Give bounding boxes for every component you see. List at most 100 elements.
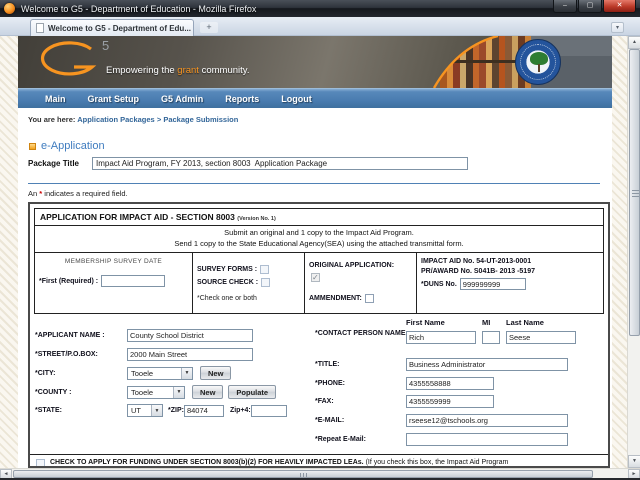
horizontal-scrollbar-thumb[interactable] — [13, 470, 593, 478]
fax-input[interactable] — [406, 395, 494, 408]
pr-award-number: PR/AWARD No. S041B- 2013 -5197 — [421, 268, 599, 275]
amendment-label: AMMENDMENT: — [309, 295, 362, 302]
breadcrumb-link-package-submission[interactable]: Package Submission — [163, 115, 238, 124]
fax-label: *FAX: — [315, 398, 406, 405]
mi-input[interactable] — [482, 331, 500, 344]
form-instructions: Submit an original and 1 copy to the Imp… — [34, 225, 604, 253]
horizontal-scrollbar[interactable]: ◄ ► — [0, 468, 640, 478]
street-input[interactable] — [127, 348, 253, 361]
funding-rest-text: (If you check this box, the Impact Aid P… — [366, 459, 509, 466]
scroll-down-button[interactable]: ▼ — [628, 455, 640, 468]
repeat-email-input[interactable] — [406, 433, 568, 446]
state-select[interactable]: UT ▼ — [127, 404, 163, 417]
section-header: e-Application — [29, 140, 105, 152]
survey-forms-label: SURVEY FORMS : — [197, 266, 257, 273]
original-application-label: ORIGINAL APPLICATION: — [309, 262, 412, 269]
source-check-checkbox[interactable]: ✓ — [261, 278, 270, 287]
package-title-input[interactable] — [92, 157, 468, 170]
email-label: *E-MAIL: — [315, 417, 406, 424]
main-nav: Main Grant Setup G5 Admin Reports Logout — [18, 88, 612, 108]
first-required-label: *First (Required) : — [39, 278, 98, 285]
zip-input[interactable] — [184, 405, 224, 417]
state-dropdown-icon[interactable]: ▼ — [151, 405, 162, 416]
list-tabs-button[interactable]: ▾ — [611, 22, 624, 33]
breadcrumb-link-application-packages[interactable]: Application Packages — [77, 115, 155, 124]
zip4-label: Zip+4: — [230, 407, 251, 414]
city-select[interactable]: Tooele ▼ — [127, 367, 193, 380]
page-icon — [36, 23, 44, 33]
maximize-button[interactable]: ▢ — [578, 0, 602, 13]
phone-input[interactable] — [406, 377, 494, 390]
county-new-button[interactable]: New — [192, 385, 223, 399]
vertical-scrollbar[interactable]: ▲ ▼ — [627, 36, 640, 468]
last-name-header: Last Name — [506, 318, 544, 327]
divider — [28, 183, 600, 184]
required-field-note: An * indicates a required field. — [28, 189, 128, 198]
page-title: e-Application — [41, 140, 105, 152]
g5-logo-icon — [38, 40, 100, 78]
new-tab-button[interactable]: + — [200, 22, 218, 33]
firefox-window: Welcome to G5 - Department of Education … — [0, 0, 640, 480]
g5-logo-five: 5 — [102, 38, 109, 53]
nav-item-g5-admin[interactable]: G5 Admin — [161, 94, 203, 104]
breadcrumb-separator: > — [157, 115, 161, 124]
firefox-icon — [4, 3, 15, 14]
award-numbers-cell: IMPACT AID No. 54-UT-2013-0001 PR/AWARD … — [417, 253, 603, 313]
contact-person-label: *CONTACT PERSON NAME: — [315, 330, 406, 337]
duns-label: *DUNS No. — [421, 281, 457, 288]
tab-bar: Welcome to G5 - Department of Edu... + ▾ — [0, 17, 640, 36]
nav-item-logout[interactable]: Logout — [281, 94, 312, 104]
package-title-row: Package Title — [28, 157, 468, 170]
window-titlebar: Welcome to G5 - Department of Education … — [0, 0, 640, 17]
first-name-input[interactable] — [406, 331, 476, 344]
scroll-up-button[interactable]: ▲ — [628, 36, 640, 49]
membership-survey-title: MEMBERSHIP SURVEY DATE — [39, 258, 188, 265]
amendment-checkbox[interactable]: ✓ — [365, 294, 374, 303]
applicant-name-label: *APPLICANT NAME : — [35, 332, 127, 339]
first-name-header: First Name — [406, 318, 482, 327]
email-input[interactable] — [406, 414, 568, 427]
city-new-button[interactable]: New — [200, 366, 231, 380]
nav-item-main[interactable]: Main — [45, 94, 66, 104]
city-dropdown-icon[interactable]: ▼ — [181, 368, 192, 379]
minimize-button[interactable]: – — [553, 0, 577, 13]
form-version: (Version No. 1) — [237, 216, 276, 222]
window-controls: – ▢ ✕ — [552, 0, 636, 13]
survey-date-input[interactable] — [101, 275, 165, 287]
county-select[interactable]: Tooele ▼ — [127, 386, 185, 399]
section-bullet-icon — [29, 143, 36, 150]
survey-forms-cell: SURVEY FORMS : ✓ SOURCE CHECK : ✓ *Check… — [193, 253, 305, 313]
state-label: *STATE: — [35, 407, 127, 414]
browser-tab[interactable]: Welcome to G5 - Department of Edu... — [30, 19, 194, 36]
survey-forms-checkbox[interactable]: ✓ — [260, 265, 269, 274]
banner-tagline: Empowering the grant community. — [106, 65, 249, 76]
page-content: 5 Empowering the grant community. — [18, 36, 612, 468]
original-application-cell: ORIGINAL APPLICATION: ✓ AMMENDMENT: ✓ — [305, 253, 417, 313]
nav-item-grant-setup[interactable]: Grant Setup — [88, 94, 140, 104]
zip4-input[interactable] — [251, 405, 287, 417]
street-label: *STREET/P.O.BOX: — [35, 351, 127, 358]
last-name-input[interactable] — [506, 331, 576, 344]
nav-item-reports[interactable]: Reports — [225, 94, 259, 104]
source-check-label: SOURCE CHECK : — [197, 279, 258, 286]
window-title: Welcome to G5 - Department of Education … — [21, 4, 256, 14]
applicant-name-input[interactable] — [127, 329, 253, 342]
thumb-grip — [632, 193, 639, 194]
phone-label: *PHONE: — [315, 380, 406, 387]
thumb-grip — [303, 473, 304, 477]
breadcrumb-prefix: You are here: — [28, 115, 75, 124]
original-application-checkbox[interactable]: ✓ — [311, 273, 320, 282]
duns-input[interactable] — [460, 278, 526, 290]
form-top-grid: MEMBERSHIP SURVEY DATE *First (Required)… — [34, 252, 604, 314]
county-dropdown-icon[interactable]: ▼ — [173, 387, 184, 398]
repeat-email-label: *Repeat E-Mail: — [315, 436, 406, 443]
package-title-label: Package Title — [28, 159, 92, 168]
impact-aid-number: IMPACT AID No. 54-UT-2013-0001 — [421, 258, 599, 265]
vertical-scrollbar-thumb[interactable] — [629, 49, 640, 336]
county-populate-button[interactable]: Populate — [228, 385, 276, 399]
title-input[interactable] — [406, 358, 568, 371]
funding-checkbox[interactable]: ✓ — [36, 459, 45, 468]
close-button[interactable]: ✕ — [603, 0, 636, 13]
mi-header: MI — [482, 318, 506, 327]
zip-label: *ZIP: — [168, 407, 184, 414]
